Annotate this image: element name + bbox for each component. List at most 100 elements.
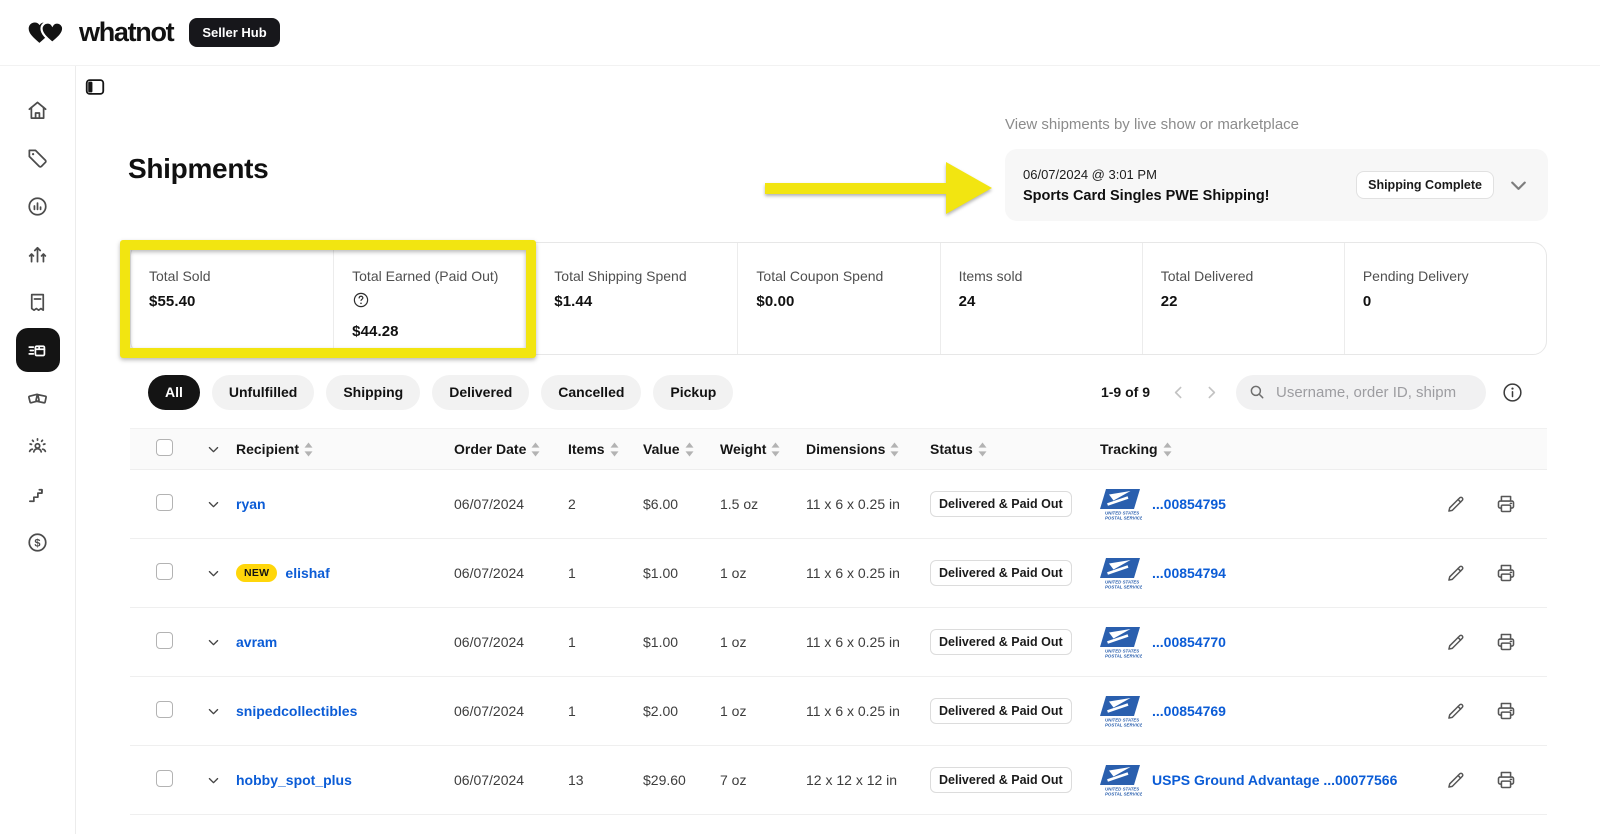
sort-icon[interactable]: [890, 441, 899, 457]
search-input[interactable]: [1274, 382, 1474, 402]
row-checkbox[interactable]: [156, 563, 173, 580]
edit-pencil-icon[interactable]: [1445, 563, 1466, 584]
edit-pencil-icon[interactable]: [1445, 494, 1466, 515]
sidebar-nav: $: [0, 66, 76, 834]
recipient-link[interactable]: hobby_spot_plus: [236, 772, 352, 788]
column-header-items[interactable]: Items: [568, 441, 643, 457]
table-row: snipedcollectibles 06/07/2024 1 $2.00 1 oz 11…: [130, 677, 1547, 746]
usps-logo: UNITED STATES POSTAL SERVICE: [1100, 695, 1142, 728]
tracking-link[interactable]: ...00854795: [1152, 496, 1226, 512]
brand-name: whatnot: [79, 17, 175, 47]
search-box[interactable]: [1236, 374, 1486, 410]
sidebar-item-growth[interactable]: [16, 232, 60, 276]
stat-card-pending-delivery: Pending Delivery 0: [1343, 243, 1546, 354]
row-expand-chevron-icon[interactable]: [194, 497, 236, 512]
chevron-down-icon[interactable]: [1507, 174, 1530, 197]
select-all-checkbox[interactable]: [156, 439, 173, 456]
weight-cell: 1.5 oz: [720, 496, 759, 512]
sidebar-item-earnings[interactable]: $: [16, 520, 60, 564]
recipient-link[interactable]: elishaf: [285, 565, 329, 581]
sidebar-item-shipments[interactable]: [15, 328, 60, 372]
filter-tab-all[interactable]: All: [148, 374, 200, 410]
row-checkbox[interactable]: [156, 494, 173, 511]
show-date: 06/07/2024 @ 3:01 PM: [1023, 166, 1157, 182]
filter-tab-pickup[interactable]: Pickup: [653, 374, 734, 410]
edit-pencil-icon[interactable]: [1445, 701, 1466, 722]
row-checkbox[interactable]: [156, 632, 173, 649]
edit-pencil-icon[interactable]: [1445, 632, 1466, 653]
info-icon[interactable]: [1501, 381, 1524, 404]
sidebar-item-levels[interactable]: [16, 472, 60, 516]
dimensions-cell: 11 x 6 x 0.25 in: [806, 703, 900, 719]
column-header-value[interactable]: Value: [643, 441, 720, 457]
sort-icon[interactable]: [978, 441, 987, 457]
row-select-cell: [130, 632, 194, 652]
row-checkbox[interactable]: [156, 701, 173, 718]
page-title: Shipments: [128, 153, 269, 184]
row-expand-chevron-icon[interactable]: [194, 635, 236, 650]
row-expand-chevron-icon[interactable]: [194, 566, 236, 581]
sidebar-item-home[interactable]: [16, 88, 60, 132]
tracking-link[interactable]: ...00854769: [1152, 703, 1226, 719]
column-header-dimensions[interactable]: Dimensions: [806, 441, 930, 457]
sort-icon[interactable]: [685, 441, 694, 457]
filter-tab-unfulfilled[interactable]: Unfulfilled: [211, 374, 315, 410]
items-cell: 13: [568, 772, 584, 788]
print-icon[interactable]: [1495, 562, 1517, 584]
sidebar-item-tag[interactable]: [16, 136, 60, 180]
column-header-weight[interactable]: Weight: [720, 441, 806, 457]
sidebar-item-orders[interactable]: [16, 280, 60, 324]
expand-all-chevron-icon[interactable]: [194, 442, 236, 457]
sidebar-item-breaks[interactable]: [16, 376, 60, 420]
show-title: Sports Card Singles PWE Shipping!: [1023, 187, 1270, 204]
tracking-link[interactable]: ...00854770: [1152, 634, 1226, 650]
tracking-link[interactable]: USPS Ground Advantage ...00077566: [1152, 772, 1397, 788]
sort-icon[interactable]: [1163, 441, 1172, 457]
weight-cell: 1 oz: [720, 703, 747, 719]
show-selector-dropdown[interactable]: 06/07/2024 @ 3:01 PM Sports Card Singles…: [1005, 149, 1548, 221]
column-header-status[interactable]: Status: [930, 441, 1100, 457]
column-header-tracking[interactable]: Tracking: [1100, 441, 1435, 457]
filter-tab-delivered[interactable]: Delivered: [432, 374, 530, 410]
items-cell: 1: [568, 703, 576, 719]
stat-label: Total Earned (Paid Out): [352, 268, 499, 284]
column-header-recipient[interactable]: Recipient: [236, 441, 454, 457]
filter-tab-cancelled[interactable]: Cancelled: [541, 374, 642, 410]
sidebar-collapse-icon[interactable]: [84, 76, 106, 103]
column-label: Order Date: [454, 441, 527, 457]
filter-tab-shipping[interactable]: Shipping: [326, 374, 421, 410]
tracking-link[interactable]: ...00854794: [1152, 565, 1226, 581]
sidebar-item-community[interactable]: [16, 424, 60, 468]
stat-card-total-delivered: Total Delivered 22: [1141, 243, 1344, 354]
row-checkbox[interactable]: [156, 770, 173, 787]
sidebar-item-analytics[interactable]: [16, 184, 60, 228]
previous-page-button[interactable]: [1170, 384, 1187, 401]
column-header-order-date[interactable]: Order Date: [454, 441, 568, 457]
stat-card-total-coupon-spend: Total Coupon Spend $0.00: [737, 243, 939, 354]
orders-icon: [26, 291, 49, 314]
recipient-link[interactable]: ryan: [236, 496, 266, 512]
print-icon[interactable]: [1495, 631, 1517, 653]
stat-value: $55.40: [149, 293, 196, 310]
print-icon[interactable]: [1495, 493, 1517, 515]
sort-icon[interactable]: [304, 441, 313, 457]
stat-label: Total Delivered: [1160, 268, 1254, 284]
tracking-cell: UNITED STATES POSTAL SERVICE USPS Ground A…: [1100, 764, 1435, 797]
recipient-cell: NEW elishaf: [236, 564, 454, 582]
sort-icon[interactable]: [610, 441, 619, 457]
column-label: Status: [930, 441, 973, 457]
recipient-link[interactable]: snipedcollectibles: [236, 703, 357, 719]
whatnot-logo[interactable]: whatnot: [26, 17, 175, 48]
sort-icon[interactable]: [531, 441, 540, 457]
help-icon[interactable]: [352, 291, 370, 309]
row-expand-chevron-icon[interactable]: [194, 773, 236, 788]
recipient-cell: ryan: [236, 496, 454, 512]
next-page-button[interactable]: [1203, 384, 1220, 401]
stat-card-total-sold: Total Sold $55.40: [131, 243, 333, 354]
recipient-link[interactable]: avram: [236, 634, 277, 650]
edit-pencil-icon[interactable]: [1445, 770, 1466, 791]
row-expand-chevron-icon[interactable]: [194, 704, 236, 719]
print-icon[interactable]: [1495, 769, 1517, 791]
print-icon[interactable]: [1495, 700, 1517, 722]
sort-icon[interactable]: [771, 441, 780, 457]
